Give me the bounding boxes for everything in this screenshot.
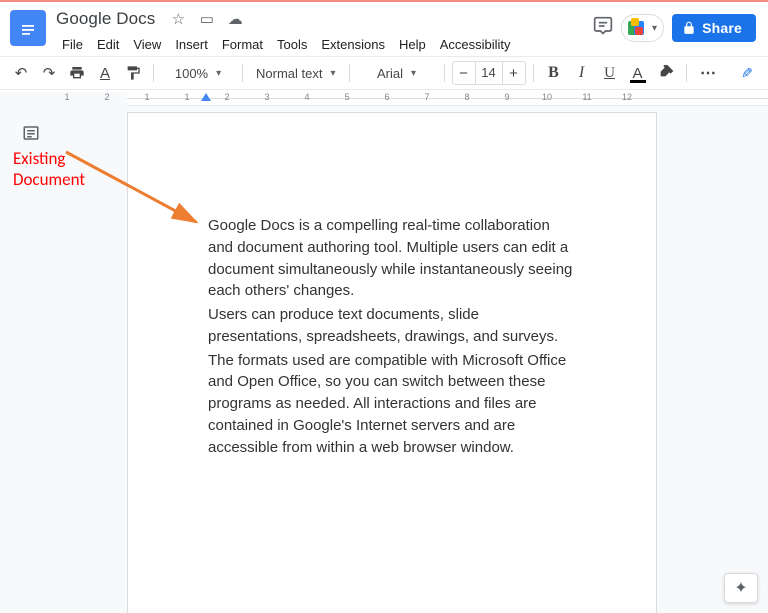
menu-insert[interactable]: Insert — [169, 35, 214, 54]
ruler-tick: 2 — [221, 92, 233, 102]
chevron-down-icon: ▾ — [216, 68, 221, 79]
redo-button[interactable]: ↷ — [36, 60, 62, 86]
lock-icon — [682, 21, 696, 35]
star-icon[interactable]: ☆ — [169, 10, 187, 28]
font-size-increase[interactable]: + — [503, 65, 525, 82]
chevron-down-icon: ▾ — [652, 23, 657, 34]
ruler-tick: 1 — [181, 92, 193, 102]
ruler-tick: 9 — [501, 92, 513, 102]
ruler-tick: 7 — [421, 92, 433, 102]
ruler-tick: 10 — [541, 92, 553, 102]
move-icon[interactable]: ▭ — [198, 10, 216, 28]
workspace: 121123456789101112 Existing Document Goo… — [0, 92, 768, 613]
separator — [444, 64, 445, 82]
toolbar: ↶ ↷ A 100%▾ Normal text▾ Arial▾ − 14 + B… — [0, 56, 768, 90]
menu-file[interactable]: File — [56, 35, 89, 54]
undo-button[interactable]: ↶ — [8, 60, 34, 86]
chevron-down-icon: ▾ — [330, 68, 335, 79]
menu-extensions[interactable]: Extensions — [315, 35, 391, 54]
font-family-select[interactable]: Arial▾ — [357, 60, 437, 86]
separator — [533, 64, 534, 82]
ruler-tick: 6 — [381, 92, 393, 102]
menu-tools[interactable]: Tools — [271, 35, 313, 54]
bold-button[interactable]: B — [541, 60, 567, 86]
ruler-tick: 12 — [621, 92, 633, 102]
menu-help[interactable]: Help — [393, 35, 432, 54]
print-button[interactable] — [64, 60, 90, 86]
outline-toggle-button[interactable] — [18, 120, 44, 146]
font-size-decrease[interactable]: − — [453, 65, 475, 82]
highlight-color-button[interactable] — [653, 60, 679, 86]
share-button[interactable]: Share — [672, 14, 756, 42]
menu-edit[interactable]: Edit — [91, 35, 125, 54]
separator — [349, 64, 350, 82]
cloud-status-icon[interactable]: ☁ — [226, 10, 244, 28]
separator — [153, 64, 154, 82]
ruler-tick: 11 — [581, 92, 593, 102]
title-icon-group: ☆ ▭ ☁ — [163, 10, 244, 29]
menu-accessibility[interactable]: Accessibility — [434, 35, 517, 54]
meet-icon — [628, 18, 648, 38]
spellcheck-button[interactable]: A — [92, 60, 118, 86]
italic-button[interactable]: I — [569, 60, 595, 86]
menu-format[interactable]: Format — [216, 35, 269, 54]
ruler-tick: 5 — [341, 92, 353, 102]
document-title[interactable]: Google Docs — [56, 9, 155, 29]
underline-button[interactable]: U — [597, 60, 623, 86]
docs-app-icon[interactable] — [10, 10, 46, 46]
menu-bar: File Edit View Insert Format Tools Exten… — [56, 33, 593, 55]
title-bar: Google Docs ☆ ▭ ☁ File Edit View Insert … — [0, 2, 768, 56]
separator — [242, 64, 243, 82]
paragraph[interactable]: Users can produce text documents, slide … — [208, 304, 576, 348]
separator — [686, 64, 687, 82]
ruler-tick: 8 — [461, 92, 473, 102]
document-page[interactable]: Google Docs is a compelling real-time co… — [127, 112, 657, 613]
ruler-tick: 1 — [61, 92, 73, 102]
editing-mode-button[interactable]: ✎ — [734, 60, 760, 86]
share-label: Share — [702, 20, 742, 36]
comment-history-icon[interactable] — [593, 16, 613, 41]
ruler-tick: 2 — [101, 92, 113, 102]
ruler-tick: 3 — [261, 92, 273, 102]
meet-button[interactable]: ▾ — [621, 14, 664, 42]
paragraph[interactable]: Google Docs is a compelling real-time co… — [208, 215, 576, 302]
font-size-control[interactable]: − 14 + — [452, 61, 526, 85]
ruler-tick: 1 — [141, 92, 153, 102]
zoom-select[interactable]: 100%▾ — [161, 60, 235, 86]
paragraph[interactable]: The formats used are compatible with Mic… — [208, 350, 576, 459]
explore-button[interactable]: ✦ — [724, 573, 758, 603]
indent-marker[interactable] — [201, 93, 211, 101]
chevron-down-icon: ▾ — [411, 68, 416, 79]
menu-view[interactable]: View — [127, 35, 167, 54]
more-tools-button[interactable]: ⋯ — [694, 60, 724, 86]
document-body[interactable]: Google Docs is a compelling real-time co… — [128, 113, 656, 458]
paint-format-button[interactable] — [120, 60, 146, 86]
ruler[interactable]: 121123456789101112 — [127, 92, 768, 106]
annotation-label: Existing Document — [13, 148, 85, 191]
text-color-button[interactable]: A — [625, 60, 651, 86]
paragraph-style-select[interactable]: Normal text▾ — [250, 60, 342, 86]
ruler-tick: 4 — [301, 92, 313, 102]
font-size-input[interactable]: 14 — [475, 62, 503, 84]
